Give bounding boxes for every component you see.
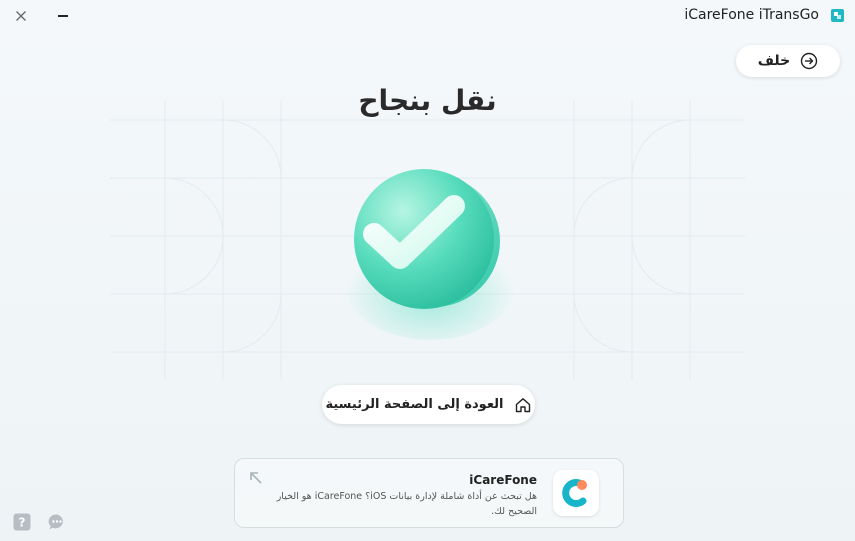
home-icon <box>515 397 530 412</box>
arrow-right-circle-icon <box>801 52 818 70</box>
success-check-icon <box>345 169 515 340</box>
close-window-button[interactable] <box>11 6 31 26</box>
icarefone-logo <box>553 470 599 516</box>
promo-description: هل تبحث عن أداة شاملة لإدارة بيانات iOS؟… <box>276 491 537 517</box>
promo-card-icarefone[interactable]: iCareFone هل تبحث عن أداة شاملة لإدارة ب… <box>234 458 624 528</box>
app-window: iCareFone iTransGo خلف نقل بنجاح العودة … <box>0 0 855 541</box>
page-title: نقل بنجاح <box>358 84 497 117</box>
promo-title: iCareFone <box>469 473 537 487</box>
arrow-up-left-icon <box>250 472 262 484</box>
back-button[interactable]: خلف <box>736 45 840 77</box>
minimize-window-button[interactable] <box>53 6 73 26</box>
home-button-label: العودة إلى الصفحة الرئيسية <box>325 397 504 412</box>
chat-icon[interactable] <box>48 513 66 531</box>
minimize-icon <box>58 15 68 17</box>
help-icon[interactable]: ? <box>13 513 31 531</box>
icarefone-logo-icon <box>562 479 587 507</box>
app-title: iCareFone iTransGo <box>684 7 819 23</box>
title-bar: iCareFone iTransGo <box>0 0 855 32</box>
svg-text:?: ? <box>19 516 26 530</box>
back-button-label: خلف <box>757 53 791 69</box>
close-icon <box>16 11 26 21</box>
app-logo-icon <box>831 9 844 22</box>
home-button[interactable]: العودة إلى الصفحة الرئيسية <box>322 385 535 424</box>
